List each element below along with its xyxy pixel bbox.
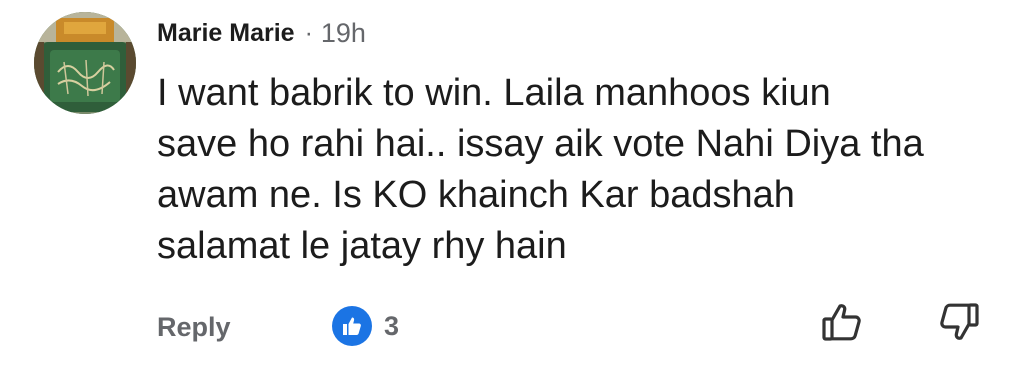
comment-text-line: save ho rahi hai.. issay aik vote Nahi D… xyxy=(157,123,924,165)
reply-button[interactable]: Reply xyxy=(157,310,231,344)
like-count: 3 xyxy=(384,310,400,341)
avatar-image xyxy=(34,12,136,114)
comment-header: Marie Marie · 19h xyxy=(157,16,366,50)
comment-text-line: salamat le jatay rhy hain xyxy=(157,225,567,267)
comment-text: I want babrik to win. Laila manhoos kiun… xyxy=(157,68,1007,272)
avatar[interactable] xyxy=(34,12,136,114)
comment-card: Marie Marie · 19h I want babrik to win. … xyxy=(0,0,1024,385)
comment-text-line: awam ne. Is KO khainch Kar badshah xyxy=(157,174,795,216)
author-name[interactable]: Marie Marie xyxy=(157,19,295,48)
meta-separator: · xyxy=(304,18,313,47)
comment-text-line: I want babrik to win. Laila manhoos kiun xyxy=(157,72,831,114)
thumbs-up-icon[interactable] xyxy=(817,296,869,348)
timestamp[interactable]: 19h xyxy=(321,18,366,49)
thumbs-down-icon[interactable] xyxy=(932,296,984,348)
like-icon xyxy=(332,306,372,346)
reaction-summary[interactable]: 3 xyxy=(332,306,399,346)
